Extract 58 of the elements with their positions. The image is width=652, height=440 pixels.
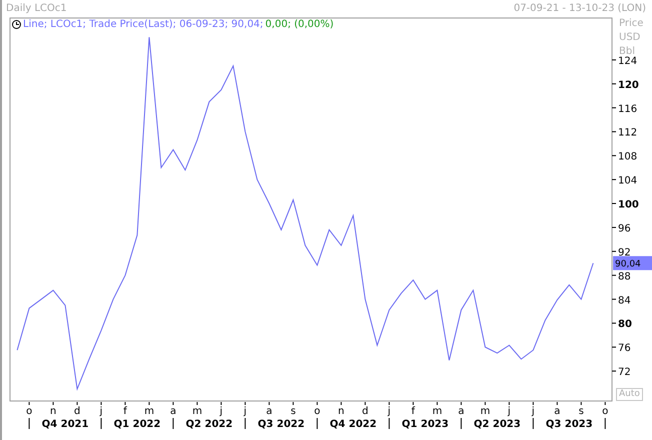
month-label: f	[123, 406, 127, 417]
y-tick-label: 108	[618, 152, 638, 163]
month-label: j	[220, 406, 223, 417]
month-label: f	[411, 406, 415, 417]
y-tick-label: 92	[618, 247, 631, 258]
month-label: o	[26, 406, 32, 417]
month-label: o	[602, 406, 608, 417]
month-label: a	[554, 406, 560, 417]
month-label: j	[244, 406, 247, 417]
month-label: m	[480, 406, 490, 417]
last-value: 90,04	[615, 260, 641, 270]
y-tick-label: 120	[618, 80, 639, 91]
month-label: d	[74, 406, 80, 417]
quarter-label: Q4 2021	[42, 419, 89, 430]
quarter-label: Q3 2022	[258, 419, 305, 430]
month-label: m	[192, 406, 202, 417]
month-label: j	[100, 406, 103, 417]
month-label: n	[338, 406, 344, 417]
month-label: a	[170, 406, 176, 417]
y-tick-label: 112	[618, 128, 638, 139]
month-label: j	[508, 406, 511, 417]
y-tick-label: 124	[618, 56, 638, 67]
y-tick-label: 84	[618, 295, 631, 306]
y-tick-label: 104	[618, 176, 638, 187]
month-label: a	[458, 406, 464, 417]
y-tick-label: 80	[618, 319, 632, 330]
quarter-label: Q1 2023	[402, 419, 449, 430]
quarter-label: Q4 2022	[330, 419, 377, 430]
month-label: j	[388, 406, 391, 417]
chart-title: Daily LCOc1	[6, 2, 67, 14]
month-label: m	[432, 406, 442, 417]
axis-unit: USD	[619, 32, 640, 43]
y-tick-label: 72	[618, 367, 631, 378]
last-value-tag	[613, 256, 652, 270]
month-label: s	[290, 406, 296, 417]
axis-unit: Bbl	[619, 46, 635, 57]
quarter-label: Q3 2023	[546, 419, 593, 430]
month-label: d	[362, 406, 368, 417]
series-legend: Line; LCOc1; Trade Price(Last); 06-09-23; 90,04;	[23, 19, 264, 30]
quarter-label: Q2 2022	[186, 419, 233, 430]
y-tick-label: 100	[618, 200, 639, 211]
axis-unit: Price	[619, 18, 644, 29]
month-label: n	[50, 406, 56, 417]
quarter-label: Q1 2022	[114, 419, 161, 430]
auto-button[interactable]: Auto	[616, 388, 643, 401]
month-label: a	[266, 406, 272, 417]
change-value: 0,00; (0,00%)	[265, 19, 334, 30]
y-tick-label: 88	[618, 271, 631, 282]
month-label: m	[144, 406, 154, 417]
month-label: o	[314, 406, 320, 417]
y-tick-label: 76	[618, 343, 631, 354]
clock-icon	[12, 20, 21, 29]
quarter-label: Q2 2023	[474, 419, 521, 430]
y-tick-label: 96	[618, 223, 631, 234]
date-range: 07-09-21 - 13-10-23 (LON)	[514, 2, 646, 14]
month-label: j	[532, 406, 535, 417]
y-tick-label: 116	[618, 104, 638, 115]
month-label: s	[578, 406, 584, 417]
